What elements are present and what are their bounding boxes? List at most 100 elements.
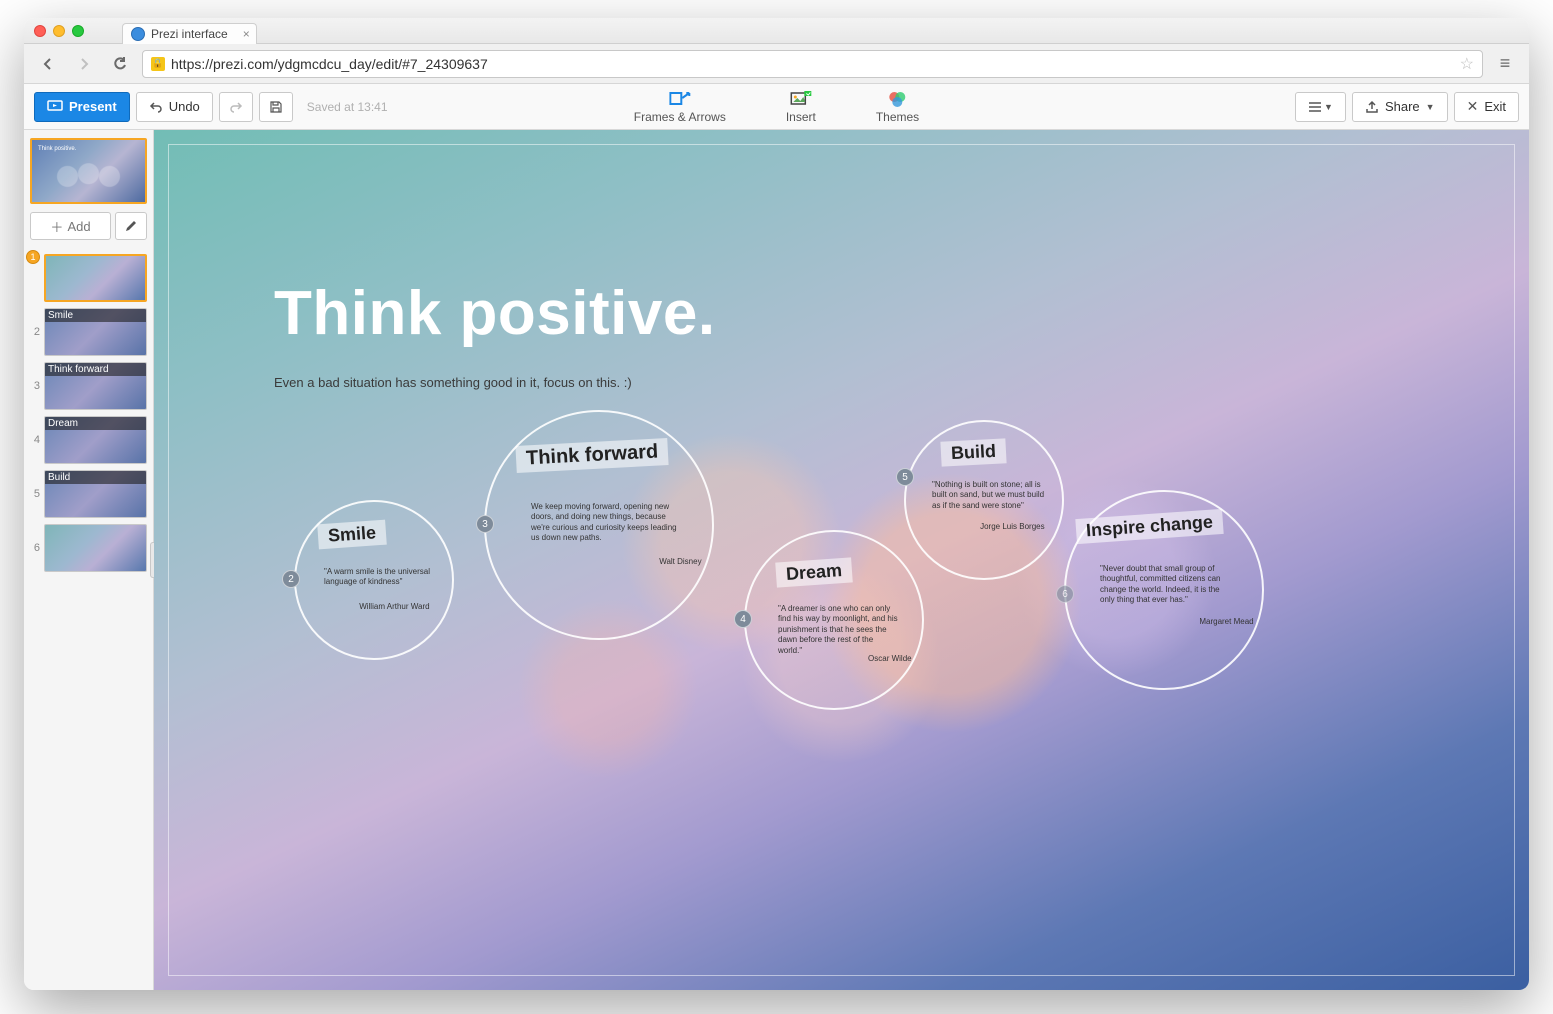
- frame-item-3[interactable]: 3 Think forward: [30, 362, 147, 410]
- browser-menu-button[interactable]: ≡: [1491, 50, 1519, 78]
- canvas-title: Think positive.: [274, 278, 716, 349]
- step-badge-4: 4: [734, 610, 752, 628]
- overview-thumb-title: Think positive.: [38, 146, 76, 152]
- bubble-author: Margaret Mead: [1136, 617, 1254, 626]
- forward-button[interactable]: [70, 50, 98, 78]
- frames-arrows-button[interactable]: Frames & Arrows: [634, 90, 726, 124]
- frame-thumbnail[interactable]: Smile: [44, 308, 147, 356]
- mac-titlebar: Prezi interface ×: [24, 18, 1529, 44]
- step-badge-5: 5: [896, 468, 914, 486]
- chevron-down-icon: ▼: [1324, 102, 1333, 112]
- step-badge-3: 3: [476, 515, 494, 533]
- frame-number: 3: [30, 380, 40, 392]
- edit-path-button[interactable]: [115, 212, 147, 240]
- pencil-icon: [124, 219, 138, 233]
- redo-icon: [229, 100, 243, 114]
- frame-list: 1 2 Smile 3 Think forward 4 Dream: [30, 254, 147, 572]
- share-icon: [1365, 100, 1379, 114]
- sidebar: Think positive. ＋ Add 1: [24, 130, 154, 990]
- bubble-label: Think forward: [515, 438, 668, 473]
- present-button[interactable]: Present: [34, 92, 130, 122]
- frame-number: 4: [30, 434, 40, 446]
- browser-address-row: 🔒 https://prezi.com/ydgmcdcu_day/edit/#7…: [24, 44, 1529, 84]
- app-body: Think positive. ＋ Add 1: [24, 130, 1529, 990]
- bubble-body: "A warm smile is the universal language …: [324, 567, 433, 588]
- plus-icon: ＋: [50, 217, 63, 236]
- close-window-icon[interactable]: [34, 25, 46, 37]
- frame-number: 2: [30, 326, 40, 338]
- frame-thumbnail[interactable]: Dream: [44, 416, 147, 464]
- frame-label: Think forward: [45, 363, 146, 376]
- present-label: Present: [69, 99, 117, 114]
- save-status: Saved at 13:41: [307, 100, 388, 114]
- bubble-smile[interactable]: Smile "A warm smile is the universal lan…: [294, 500, 454, 660]
- close-tab-icon[interactable]: ×: [243, 27, 250, 41]
- frame-thumbnail[interactable]: Build: [44, 470, 147, 518]
- frame-item-6[interactable]: 6: [30, 524, 147, 572]
- insert-label: Insert: [786, 110, 816, 124]
- undo-button[interactable]: Undo: [136, 92, 213, 122]
- insert-icon: [790, 90, 812, 108]
- browser-tab-title: Prezi interface: [151, 27, 228, 41]
- exit-label: Exit: [1484, 99, 1506, 114]
- undo-icon: [149, 100, 163, 114]
- bubble-body: We keep moving forward, opening new door…: [531, 502, 678, 544]
- zoom-window-icon[interactable]: [72, 25, 84, 37]
- title-block[interactable]: Think positive. Even a bad situation has…: [274, 278, 716, 390]
- bubble-label: Inspire change: [1075, 509, 1223, 544]
- bubble-body: "Nothing is built on stone; all is built…: [932, 480, 1044, 511]
- bubble-think-forward[interactable]: Think forward We keep moving forward, op…: [484, 410, 714, 640]
- share-button[interactable]: Share ▼: [1352, 92, 1448, 122]
- canvas[interactable]: Think positive. Even a bad situation has…: [154, 130, 1529, 990]
- themes-button[interactable]: Themes: [876, 90, 919, 124]
- app-toolbar: Present Undo Saved at 13:41 Frames & Arr…: [24, 84, 1529, 130]
- frame-item-4[interactable]: 4 Dream: [30, 416, 147, 464]
- bubble-body: "Never doubt that small group of thought…: [1100, 564, 1233, 606]
- step-badge-2: 2: [282, 570, 300, 588]
- bubble-build[interactable]: Build "Nothing is built on stone; all is…: [904, 420, 1064, 580]
- bubble-author: William Arthur Ward: [336, 602, 430, 611]
- browser-tab[interactable]: Prezi interface ×: [122, 23, 257, 44]
- toolbar-center: Frames & Arrows Insert Themes: [634, 90, 919, 124]
- sidebar-tools: ＋ Add: [30, 212, 147, 240]
- frame-item-5[interactable]: 5 Build: [30, 470, 147, 518]
- bubble-label: Build: [940, 438, 1006, 466]
- share-label: Share: [1385, 99, 1420, 114]
- present-icon: [47, 100, 63, 114]
- chevron-down-icon: ▼: [1426, 102, 1435, 112]
- lock-icon: 🔒: [151, 57, 165, 71]
- redo-button[interactable]: [219, 92, 253, 122]
- overview-thumbnail[interactable]: Think positive.: [30, 138, 147, 204]
- frame-thumbnail[interactable]: Think forward: [44, 362, 147, 410]
- bookmark-star-icon[interactable]: ☆: [1460, 54, 1474, 74]
- reload-button[interactable]: [106, 50, 134, 78]
- bubble-body: "A dreamer is one who can only find his …: [778, 604, 898, 656]
- canvas-subtitle: Even a bad situation has something good …: [274, 375, 716, 390]
- frame-thumbnail[interactable]: [44, 524, 147, 572]
- mac-traffic-lights[interactable]: [34, 25, 84, 37]
- frame-number: 6: [30, 542, 40, 554]
- bubble-inspire-change[interactable]: Inspire change "Never doubt that small g…: [1064, 490, 1264, 690]
- add-frame-button[interactable]: ＋ Add: [30, 212, 111, 240]
- step-badge-6: 6: [1056, 585, 1074, 603]
- address-bar[interactable]: 🔒 https://prezi.com/ydgmcdcu_day/edit/#7…: [142, 50, 1483, 78]
- frame-badge: 1: [26, 250, 40, 264]
- themes-label: Themes: [876, 110, 919, 124]
- exit-button[interactable]: ✕ Exit: [1454, 92, 1519, 122]
- bubble-dream[interactable]: Dream "A dreamer is one who can only fin…: [744, 530, 924, 710]
- toolbar-right: ▼ Share ▼ ✕ Exit: [1295, 92, 1519, 122]
- save-button[interactable]: [259, 92, 293, 122]
- frame-number: 5: [30, 488, 40, 500]
- frame-label: Dream: [45, 417, 146, 430]
- back-button[interactable]: [34, 50, 62, 78]
- undo-label: Undo: [169, 99, 200, 114]
- frame-item-2[interactable]: 2 Smile: [30, 308, 147, 356]
- frame-item-1[interactable]: [30, 254, 147, 302]
- close-icon: ✕: [1467, 98, 1479, 115]
- options-menu-button[interactable]: ▼: [1295, 92, 1346, 122]
- list-icon: [1308, 101, 1322, 113]
- minimize-window-icon[interactable]: [53, 25, 65, 37]
- mac-window: Prezi interface × 🔒 https://prezi.com/yd…: [24, 18, 1529, 990]
- insert-button[interactable]: Insert: [786, 90, 816, 124]
- frame-thumbnail[interactable]: [44, 254, 147, 302]
